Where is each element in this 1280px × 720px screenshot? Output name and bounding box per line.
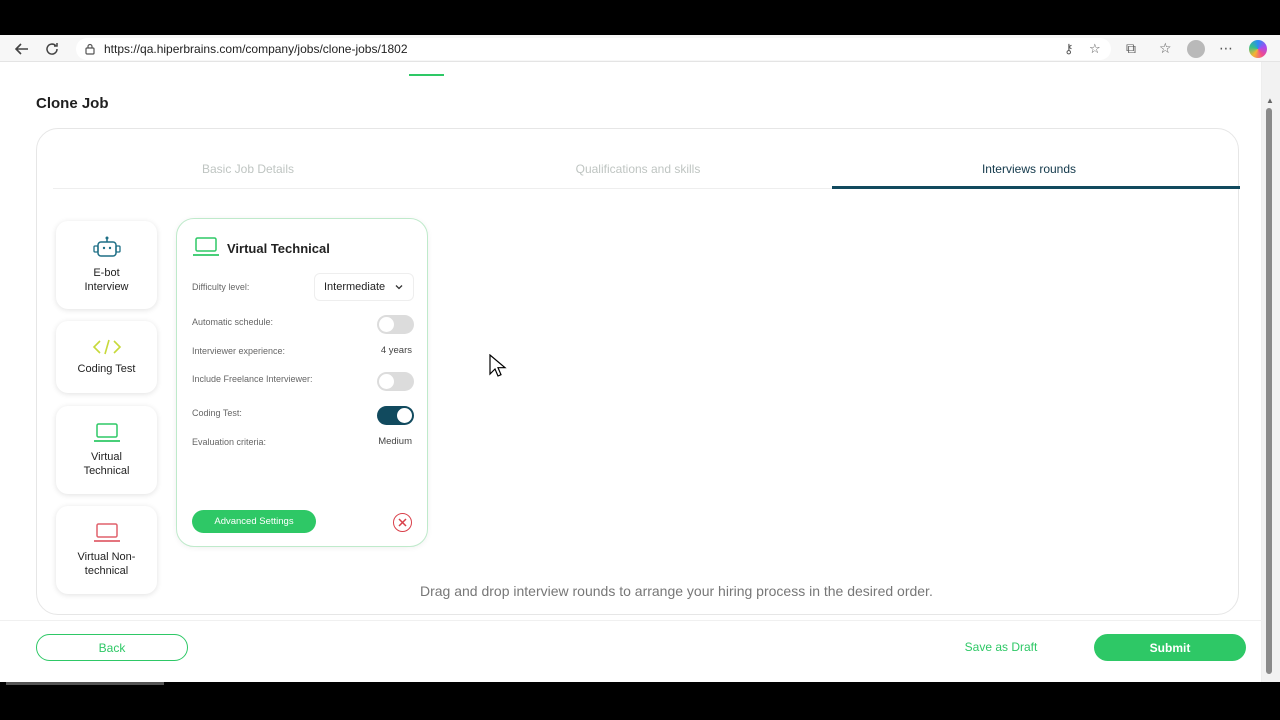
robot-icon: [92, 236, 121, 257]
page-content: Clone Job Basic Job Details Qualificatio…: [0, 62, 1262, 682]
selected-round-card[interactable]: Virtual Technical Difficulty level: Inte…: [176, 218, 428, 547]
round-virtual-non-technical[interactable]: Virtual Non-technical: [56, 506, 157, 594]
taskbar: [0, 682, 1280, 720]
laptop-icon: [193, 237, 219, 256]
star-icon[interactable]: ☆: [1089, 41, 1101, 57]
top-tab-indicator: [409, 74, 444, 76]
mouse-cursor-icon: [489, 354, 507, 377]
back-button[interactable]: Back: [36, 634, 188, 661]
page-title: Clone Job: [36, 95, 109, 112]
scroll-up-icon[interactable]: ▲: [1266, 96, 1274, 105]
chevron-down-icon: [394, 282, 404, 295]
key-icon[interactable]: ⚷: [1064, 41, 1074, 57]
scrollbar-thumb[interactable]: [1266, 108, 1272, 674]
url-text: https://qa.hiperbrains.com/company/jobs/…: [104, 42, 408, 56]
reload-icon[interactable]: [42, 39, 62, 59]
extensions-icon[interactable]: ⧉: [1126, 40, 1136, 57]
remove-round-button[interactable]: [393, 513, 412, 532]
profile-avatar[interactable]: [1187, 40, 1205, 58]
auto-schedule-toggle[interactable]: [377, 315, 414, 334]
round-label: E-bot Interview: [84, 267, 129, 293]
coding-test-toggle[interactable]: [377, 406, 414, 425]
laptop-icon: [93, 523, 120, 542]
copilot-icon[interactable]: [1249, 40, 1267, 58]
freelance-toggle[interactable]: [377, 372, 414, 391]
active-tab-underline: [832, 186, 1240, 189]
taskbar-active-strip: [6, 682, 164, 685]
round-label: Virtual Technical: [83, 451, 130, 477]
job-form-card: Basic Job Details Qualifications and ski…: [36, 128, 1240, 615]
lock-icon: [85, 43, 95, 55]
tab-qualifications-skills[interactable]: Qualifications and skills: [443, 162, 833, 176]
code-icon: [92, 339, 121, 355]
difficulty-label: Difficulty level:: [192, 282, 250, 292]
interviewer-exp-label: Interviewer experience:: [192, 346, 286, 356]
step-tabs: Basic Job Details Qualifications and ski…: [53, 155, 1240, 189]
freelance-label: Include Freelance Interviewer:: [192, 374, 313, 384]
evaluation-value: Medium: [378, 436, 412, 447]
selected-round-title: Virtual Technical: [227, 241, 330, 256]
address-bar[interactable]: https://qa.hiperbrains.com/company/jobs/…: [76, 38, 1111, 60]
back-icon[interactable]: [12, 39, 32, 59]
interviewer-exp-value: 4 years: [380, 345, 412, 356]
difficulty-value: Intermediate: [324, 281, 386, 293]
favorites-icon[interactable]: ☆: [1159, 40, 1172, 57]
drag-drop-hint: Drag and drop interview rounds to arrang…: [420, 583, 933, 599]
round-label: Virtual Non-technical: [77, 551, 136, 577]
footer-divider: [0, 620, 1262, 621]
auto-schedule-label: Automatic schedule:: [192, 317, 274, 327]
close-icon: [398, 518, 407, 527]
save-draft-button[interactable]: Save as Draft: [941, 640, 1061, 654]
more-icon[interactable]: ⋯: [1219, 40, 1233, 57]
round-label: Coding Test: [77, 363, 136, 375]
tab-interviews-rounds[interactable]: Interviews rounds: [834, 162, 1224, 176]
difficulty-select[interactable]: Intermediate: [314, 273, 414, 301]
evaluation-label: Evaluation criteria:: [192, 437, 267, 447]
tab-basic-job-details[interactable]: Basic Job Details: [53, 162, 443, 176]
screen-top-bar: [0, 0, 1280, 35]
browser-toolbar: https://qa.hiperbrains.com/company/jobs/…: [0, 35, 1280, 62]
round-coding-test[interactable]: Coding Test: [56, 321, 157, 393]
round-virtual-technical[interactable]: Virtual Technical: [56, 406, 157, 494]
submit-button[interactable]: Submit: [1094, 634, 1246, 661]
laptop-icon: [93, 423, 120, 442]
coding-test-label: Coding Test:: [192, 408, 242, 418]
advanced-settings-button[interactable]: Advanced Settings: [192, 510, 316, 533]
round-ebot-interview[interactable]: E-bot Interview: [56, 221, 157, 309]
